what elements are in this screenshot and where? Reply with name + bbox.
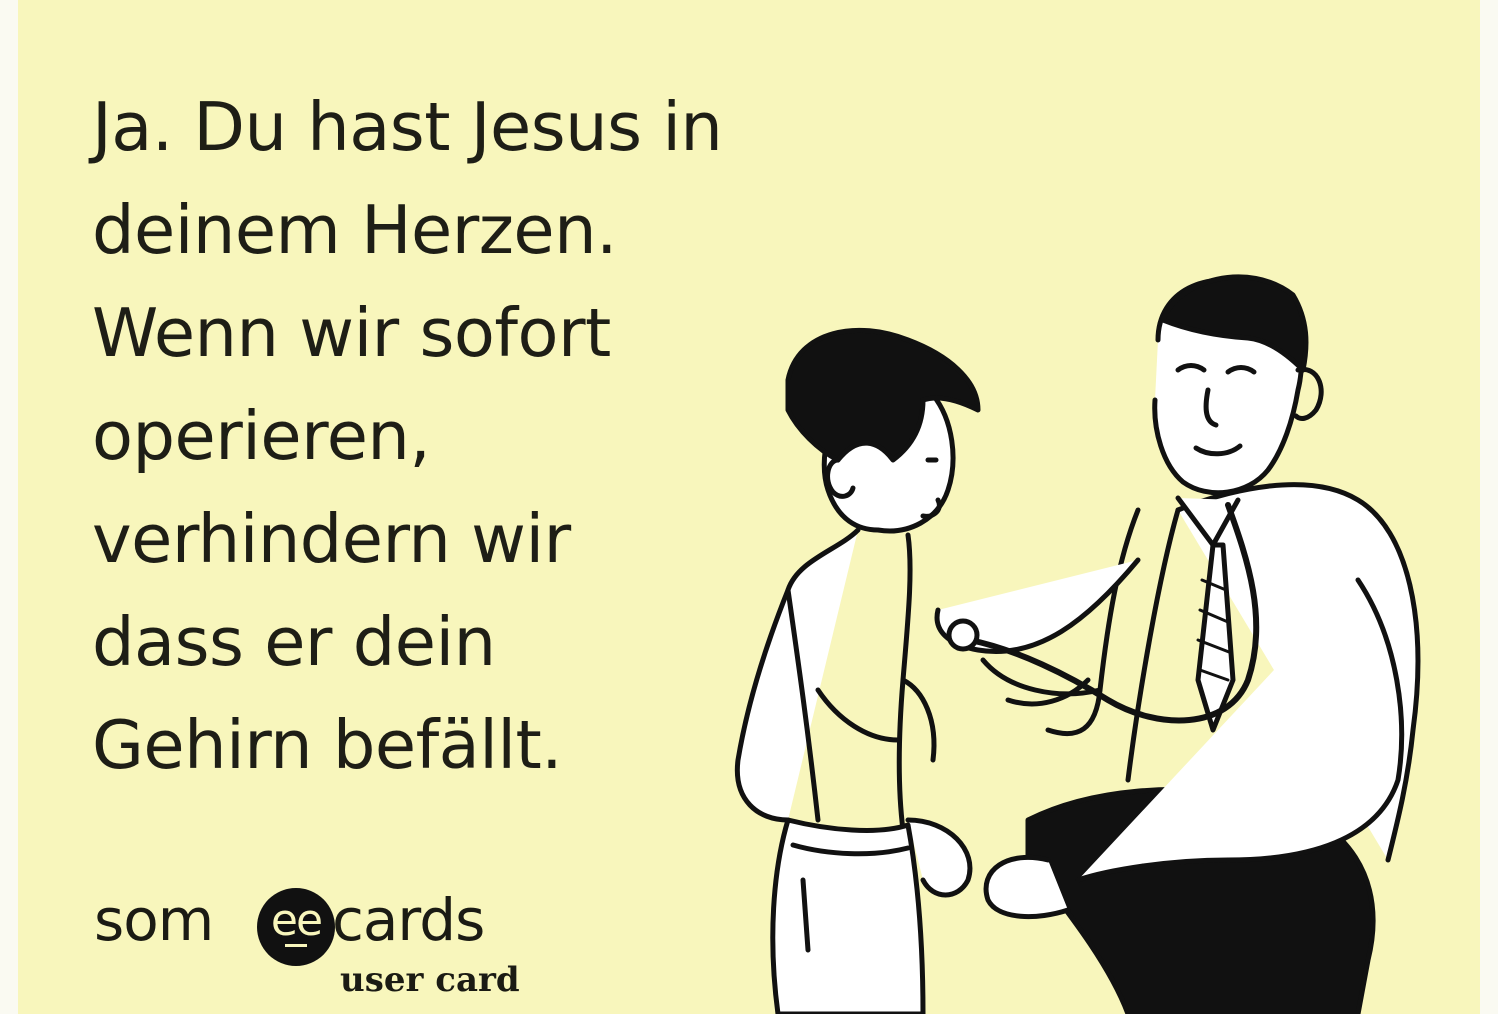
quote-line: Wenn wir sofort <box>92 294 611 372</box>
logo-word-right: cards <box>332 886 485 954</box>
logo-word-left: som <box>94 886 214 954</box>
doctor-figure <box>934 274 1421 1014</box>
ecard: Ja. Du hast Jesus in deinem Herzen. Wenn… <box>18 0 1480 1014</box>
quote-line: verhindern wir <box>92 500 571 578</box>
quote-line: Ja. Du hast Jesus in <box>92 88 723 166</box>
logo-badge-text: ee <box>270 895 323 946</box>
someecards-logo: som ee cards user card <box>94 880 554 1000</box>
logo-badge-underline <box>285 944 307 947</box>
boy-figure <box>734 327 981 1014</box>
quote-line: Gehirn befällt. <box>92 706 563 784</box>
quote-line: operieren, <box>92 397 431 475</box>
quote-line: dass er dein <box>92 603 496 681</box>
quote-line: deinem Herzen. <box>92 191 617 269</box>
doctor-with-stethoscope-examining-boy-illustration <box>734 274 1421 1014</box>
logo-subtitle: user card <box>340 960 520 1000</box>
card-quote: Ja. Du hast Jesus in deinem Herzen. Wenn… <box>92 76 812 797</box>
logo-ee-badge-icon: ee <box>257 888 335 966</box>
